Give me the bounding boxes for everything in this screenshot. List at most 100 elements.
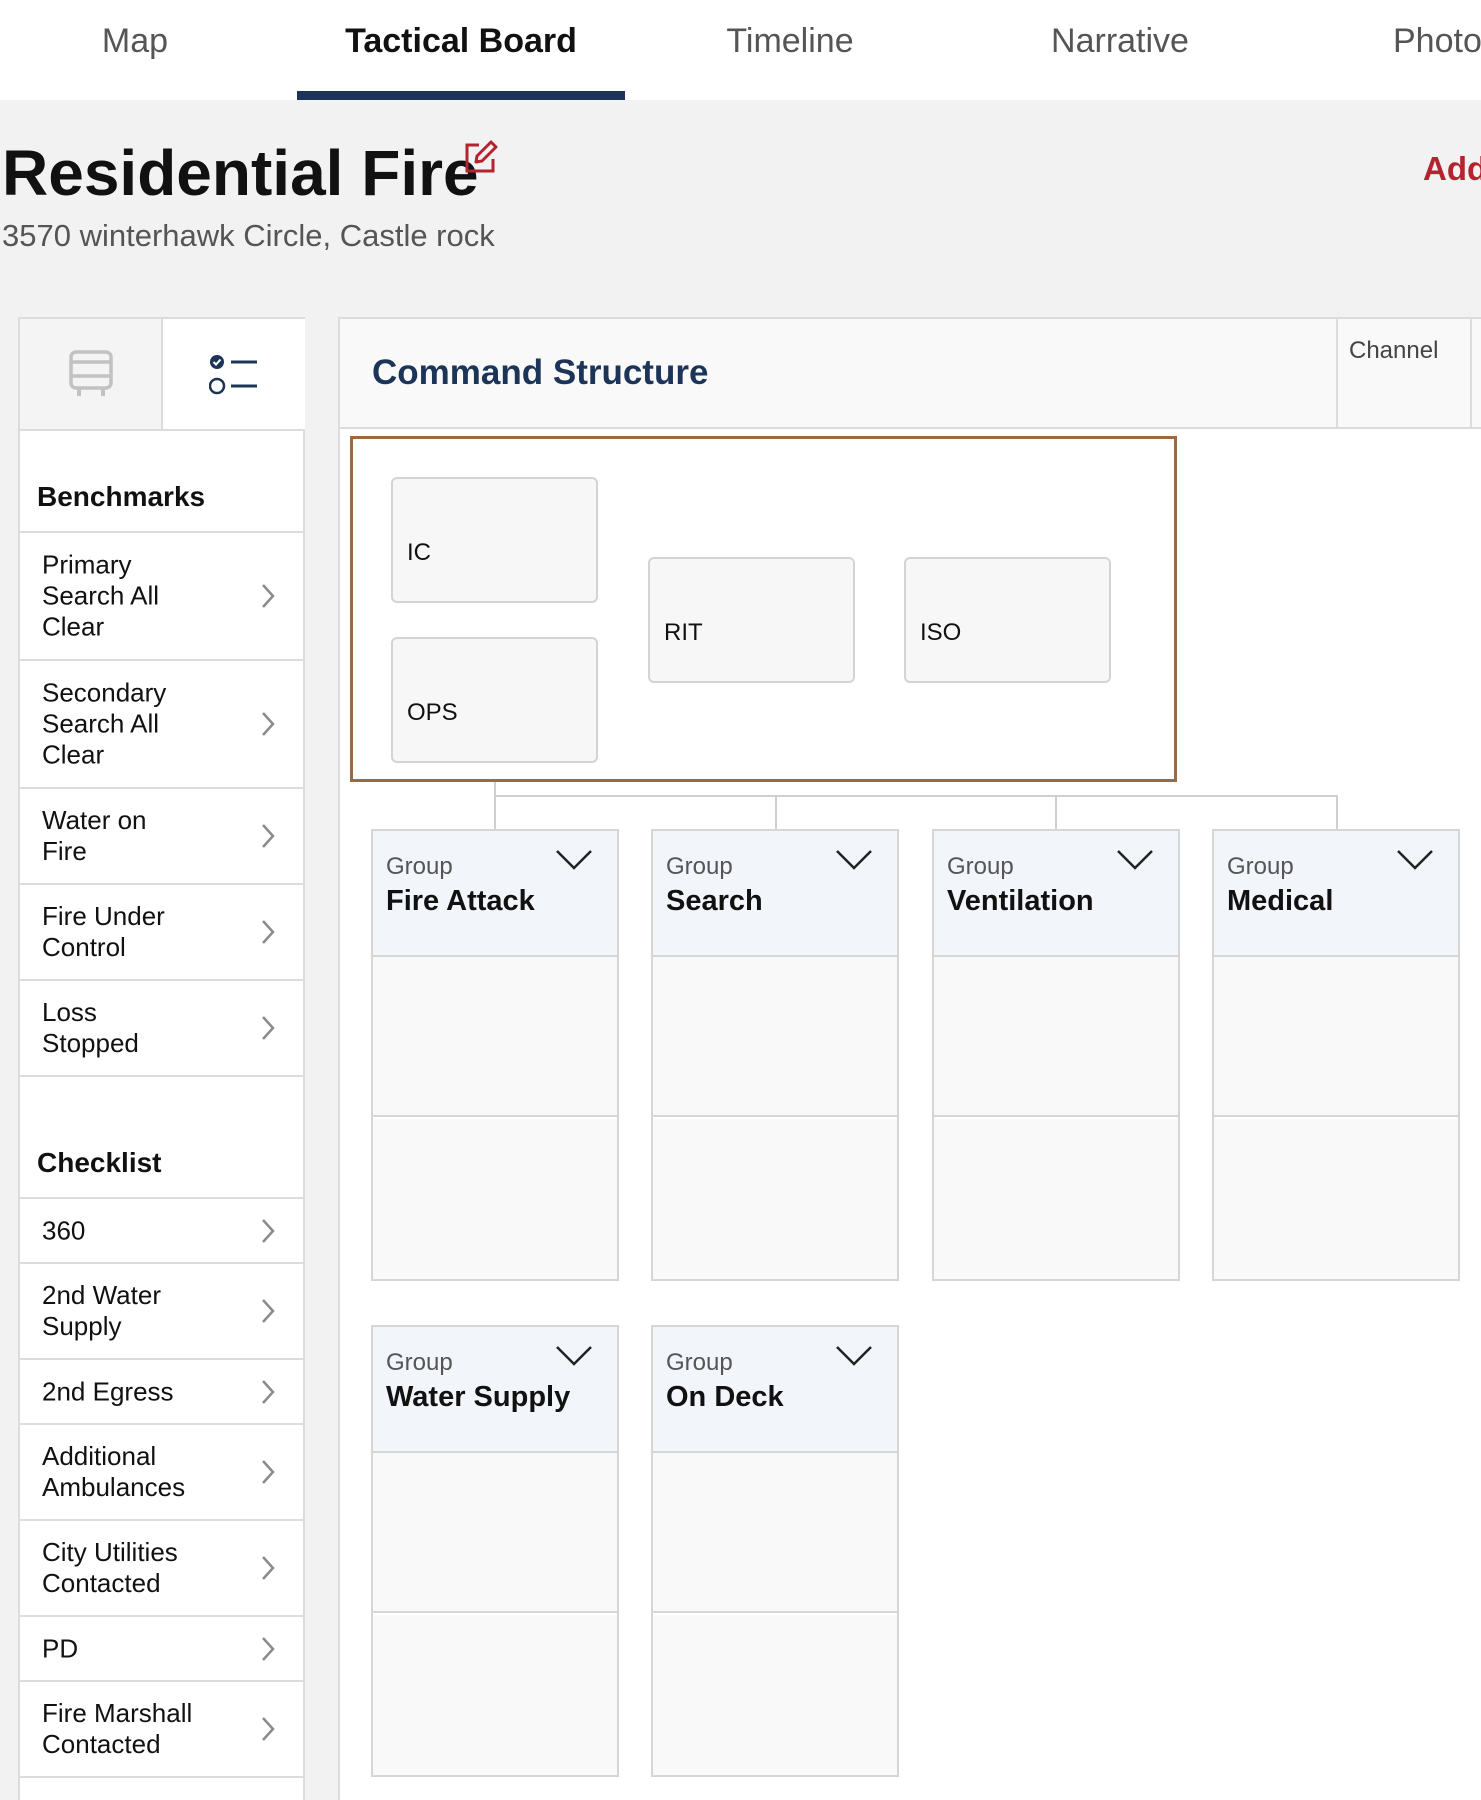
command-node-label: OPS (407, 699, 458, 726)
checklist-item[interactable]: 360 (20, 1199, 303, 1264)
checklist-item[interactable]: 2nd Water Supply (20, 1264, 303, 1360)
command-node-ic[interactable]: IC (391, 477, 598, 603)
tab-tactical-board[interactable]: Tactical Board (297, 0, 625, 100)
chevron-right-icon (262, 1717, 275, 1741)
tab-photo[interactable]: Photo (1393, 0, 1481, 100)
channel-column: Channel (1336, 319, 1472, 429)
edit-icon[interactable] (462, 140, 498, 176)
group-slot[interactable] (934, 957, 1178, 1117)
chevron-right-icon (262, 1379, 275, 1404)
chevron-right-icon (262, 1218, 275, 1243)
tab-timeline[interactable]: Timeline (690, 0, 890, 100)
group-kicker: Group (386, 853, 453, 880)
group-kicker: Group (947, 853, 1014, 880)
group-slot[interactable] (373, 1453, 617, 1613)
group-name: Search (666, 885, 763, 917)
group-kicker: Group (1227, 853, 1294, 880)
benchmark-item[interactable]: Water on Fire (20, 789, 303, 885)
benchmark-item[interactable]: Fire Under Control (20, 885, 303, 981)
chevron-right-icon (262, 1016, 275, 1040)
benchmark-item[interactable]: Loss Stopped (20, 981, 303, 1077)
checklist-label: 360 (42, 1215, 86, 1245)
chevron-down-icon[interactable] (1396, 849, 1434, 871)
checklist-item[interactable]: 2nd Egress (20, 1360, 303, 1425)
sidebar-tab-apparatus[interactable] (20, 319, 163, 429)
group-slot[interactable] (373, 1615, 617, 1775)
group-header[interactable]: Group On Deck (653, 1327, 897, 1453)
chevron-right-icon (262, 1636, 275, 1661)
tab-narrative[interactable]: Narrative (1010, 0, 1230, 100)
board-header: Command Structure Channel (340, 317, 1481, 429)
sidebar-tab-checklist[interactable] (163, 319, 305, 429)
benchmark-item[interactable]: Primary Search All Clear (20, 533, 303, 661)
benchmark-item[interactable]: Secondary Search All Clear (20, 661, 303, 789)
benchmark-label: Primary Search All Clear (42, 549, 160, 642)
board-title: Command Structure (372, 353, 709, 392)
active-tab-indicator (297, 91, 625, 100)
chevron-down-icon[interactable] (555, 1345, 593, 1367)
command-node-rit[interactable]: RIT (648, 557, 855, 683)
add-button[interactable]: Add (1423, 150, 1481, 188)
incident-address: 3570 winterhawk Circle, Castle rock (2, 218, 495, 253)
group-slot[interactable] (653, 1615, 897, 1775)
group-card: Group On Deck (651, 1325, 899, 1777)
checklist-label: Additional Ambulances (42, 1441, 186, 1502)
group-header[interactable]: Group Medical (1214, 831, 1458, 957)
command-node-iso[interactable]: ISO (904, 557, 1111, 683)
checklist-item[interactable]: PD (20, 1617, 303, 1682)
tactical-board: Command Structure Channel IC RIT ISO OPS… (338, 317, 1481, 1800)
checklist-item[interactable]: Fire Marshall Contacted (20, 1682, 303, 1778)
checklist-icon (209, 355, 257, 395)
checklist-label: 2nd Water Supply (42, 1280, 161, 1341)
group-card: Group Ventilation (932, 829, 1180, 1281)
sidebar-tabs (20, 319, 305, 431)
group-card: Group Water Supply (371, 1325, 619, 1777)
checklist-label: Fire Marshall Contacted (42, 1698, 193, 1759)
group-card: Group Medical (1212, 829, 1460, 1281)
chevron-down-icon[interactable] (555, 849, 593, 871)
group-name: Water Supply (386, 1381, 571, 1413)
incident-header: Residential Fire 3570 winterhawk Circle,… (0, 100, 1481, 317)
group-card: Group Fire Attack (371, 829, 619, 1281)
checklist-item[interactable]: PIO (20, 1778, 303, 1800)
checklist-label: PD (42, 1633, 79, 1663)
group-kicker: Group (666, 853, 733, 880)
command-node-label: RIT (664, 619, 703, 646)
group-slot[interactable] (373, 957, 617, 1117)
group-slot[interactable] (373, 1119, 617, 1279)
group-slot[interactable] (653, 1119, 897, 1279)
chevron-right-icon (262, 824, 275, 848)
sidebar: Benchmarks Primary Search All Clear Secon… (18, 317, 305, 1800)
group-slot[interactable] (653, 957, 897, 1117)
chevron-right-icon (262, 920, 275, 944)
command-node-label: IC (407, 539, 431, 566)
chevron-down-icon[interactable] (835, 849, 873, 871)
group-name: On Deck (666, 1381, 784, 1413)
group-name: Ventilation (947, 885, 1094, 917)
benchmarks-header: Benchmarks (20, 431, 303, 533)
benchmark-label: Secondary Search All Clear (42, 677, 167, 770)
chevron-down-icon[interactable] (835, 1345, 873, 1367)
group-slot[interactable] (653, 1453, 897, 1613)
group-slot[interactable] (1214, 957, 1458, 1117)
benchmarks-title: Benchmarks (37, 481, 206, 512)
group-slot[interactable] (1214, 1119, 1458, 1279)
group-name: Medical (1227, 885, 1334, 917)
channel-label: Channel (1349, 337, 1439, 364)
group-header[interactable]: Group Ventilation (934, 831, 1178, 957)
chevron-down-icon[interactable] (1116, 849, 1154, 871)
group-slot[interactable] (934, 1119, 1178, 1279)
chevron-right-icon (262, 712, 275, 736)
chevron-right-icon (262, 584, 275, 608)
checklist-item[interactable]: City Utilities Contacted (20, 1521, 303, 1617)
bus-icon (68, 350, 113, 396)
checklist-item[interactable]: Additional Ambulances (20, 1425, 303, 1521)
tab-map[interactable]: Map (40, 0, 230, 100)
checklist-header: Checklist (20, 1077, 303, 1199)
group-header[interactable]: Group Fire Attack (373, 831, 617, 957)
command-node-ops[interactable]: OPS (391, 637, 598, 763)
group-header[interactable]: Group Search (653, 831, 897, 957)
page-title: Residential Fire (2, 137, 479, 209)
group-header[interactable]: Group Water Supply (373, 1327, 617, 1453)
group-kicker: Group (386, 1349, 453, 1376)
